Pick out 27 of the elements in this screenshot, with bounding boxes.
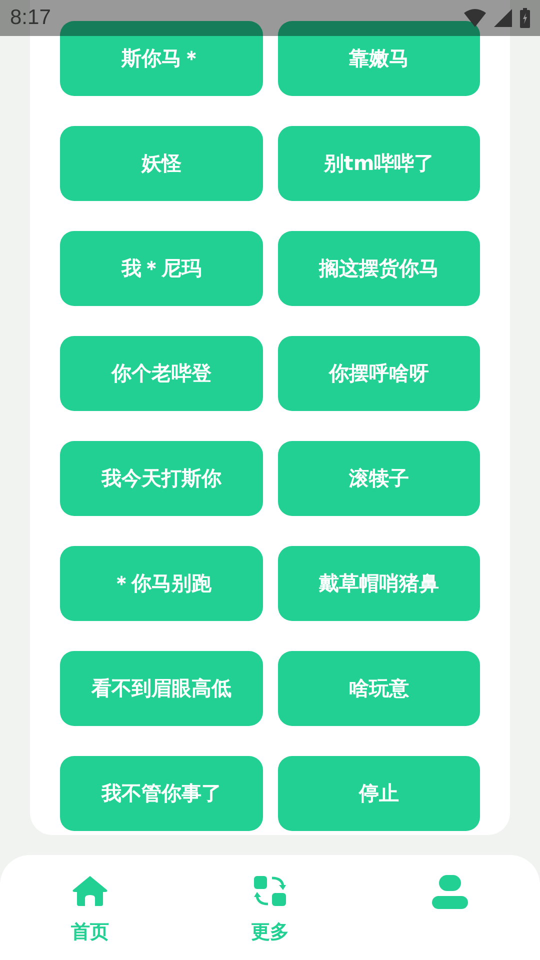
- battery-icon: [520, 8, 530, 28]
- signal-icon: [494, 9, 512, 27]
- phrase-button[interactable]: 搁这摆货你马: [278, 231, 480, 306]
- phrase-button[interactable]: 啥玩意: [278, 651, 480, 726]
- nav-item[interactable]: 首页: [0, 875, 180, 945]
- phrase-button[interactable]: 看不到眉眼高低: [60, 651, 263, 726]
- phrase-button[interactable]: 戴草帽哨猪鼻: [278, 546, 480, 621]
- wifi-icon: [464, 9, 486, 27]
- swap-icon: [253, 875, 287, 907]
- phrase-button[interactable]: 别tm哔哔了: [278, 126, 480, 201]
- nav-label: 更多: [251, 920, 289, 945]
- phrase-button[interactable]: 你个老哔登: [60, 336, 263, 411]
- phrase-button[interactable]: 滚犊子: [278, 441, 480, 516]
- phrase-button[interactable]: 我＊尼玛: [60, 231, 263, 306]
- nav-item[interactable]: 更多: [180, 875, 360, 945]
- phrase-button[interactable]: 我今天打斯你: [60, 441, 263, 516]
- status-time: 8:17: [10, 6, 51, 30]
- person-icon: [432, 875, 468, 909]
- phrase-button[interactable]: 你摆呼啥呀: [278, 336, 480, 411]
- phrase-button[interactable]: ＊你马别跑: [60, 546, 263, 621]
- home-icon: [72, 875, 108, 907]
- nav-label: 首页: [71, 920, 109, 945]
- phrase-button[interactable]: 妖怪: [60, 126, 263, 201]
- phrase-button[interactable]: 靠嫩马: [278, 21, 480, 96]
- phrase-button[interactable]: 斯你马＊: [60, 21, 263, 96]
- phrase-button[interactable]: 我不管你事了: [60, 756, 263, 831]
- phrase-button[interactable]: 停止: [278, 756, 480, 831]
